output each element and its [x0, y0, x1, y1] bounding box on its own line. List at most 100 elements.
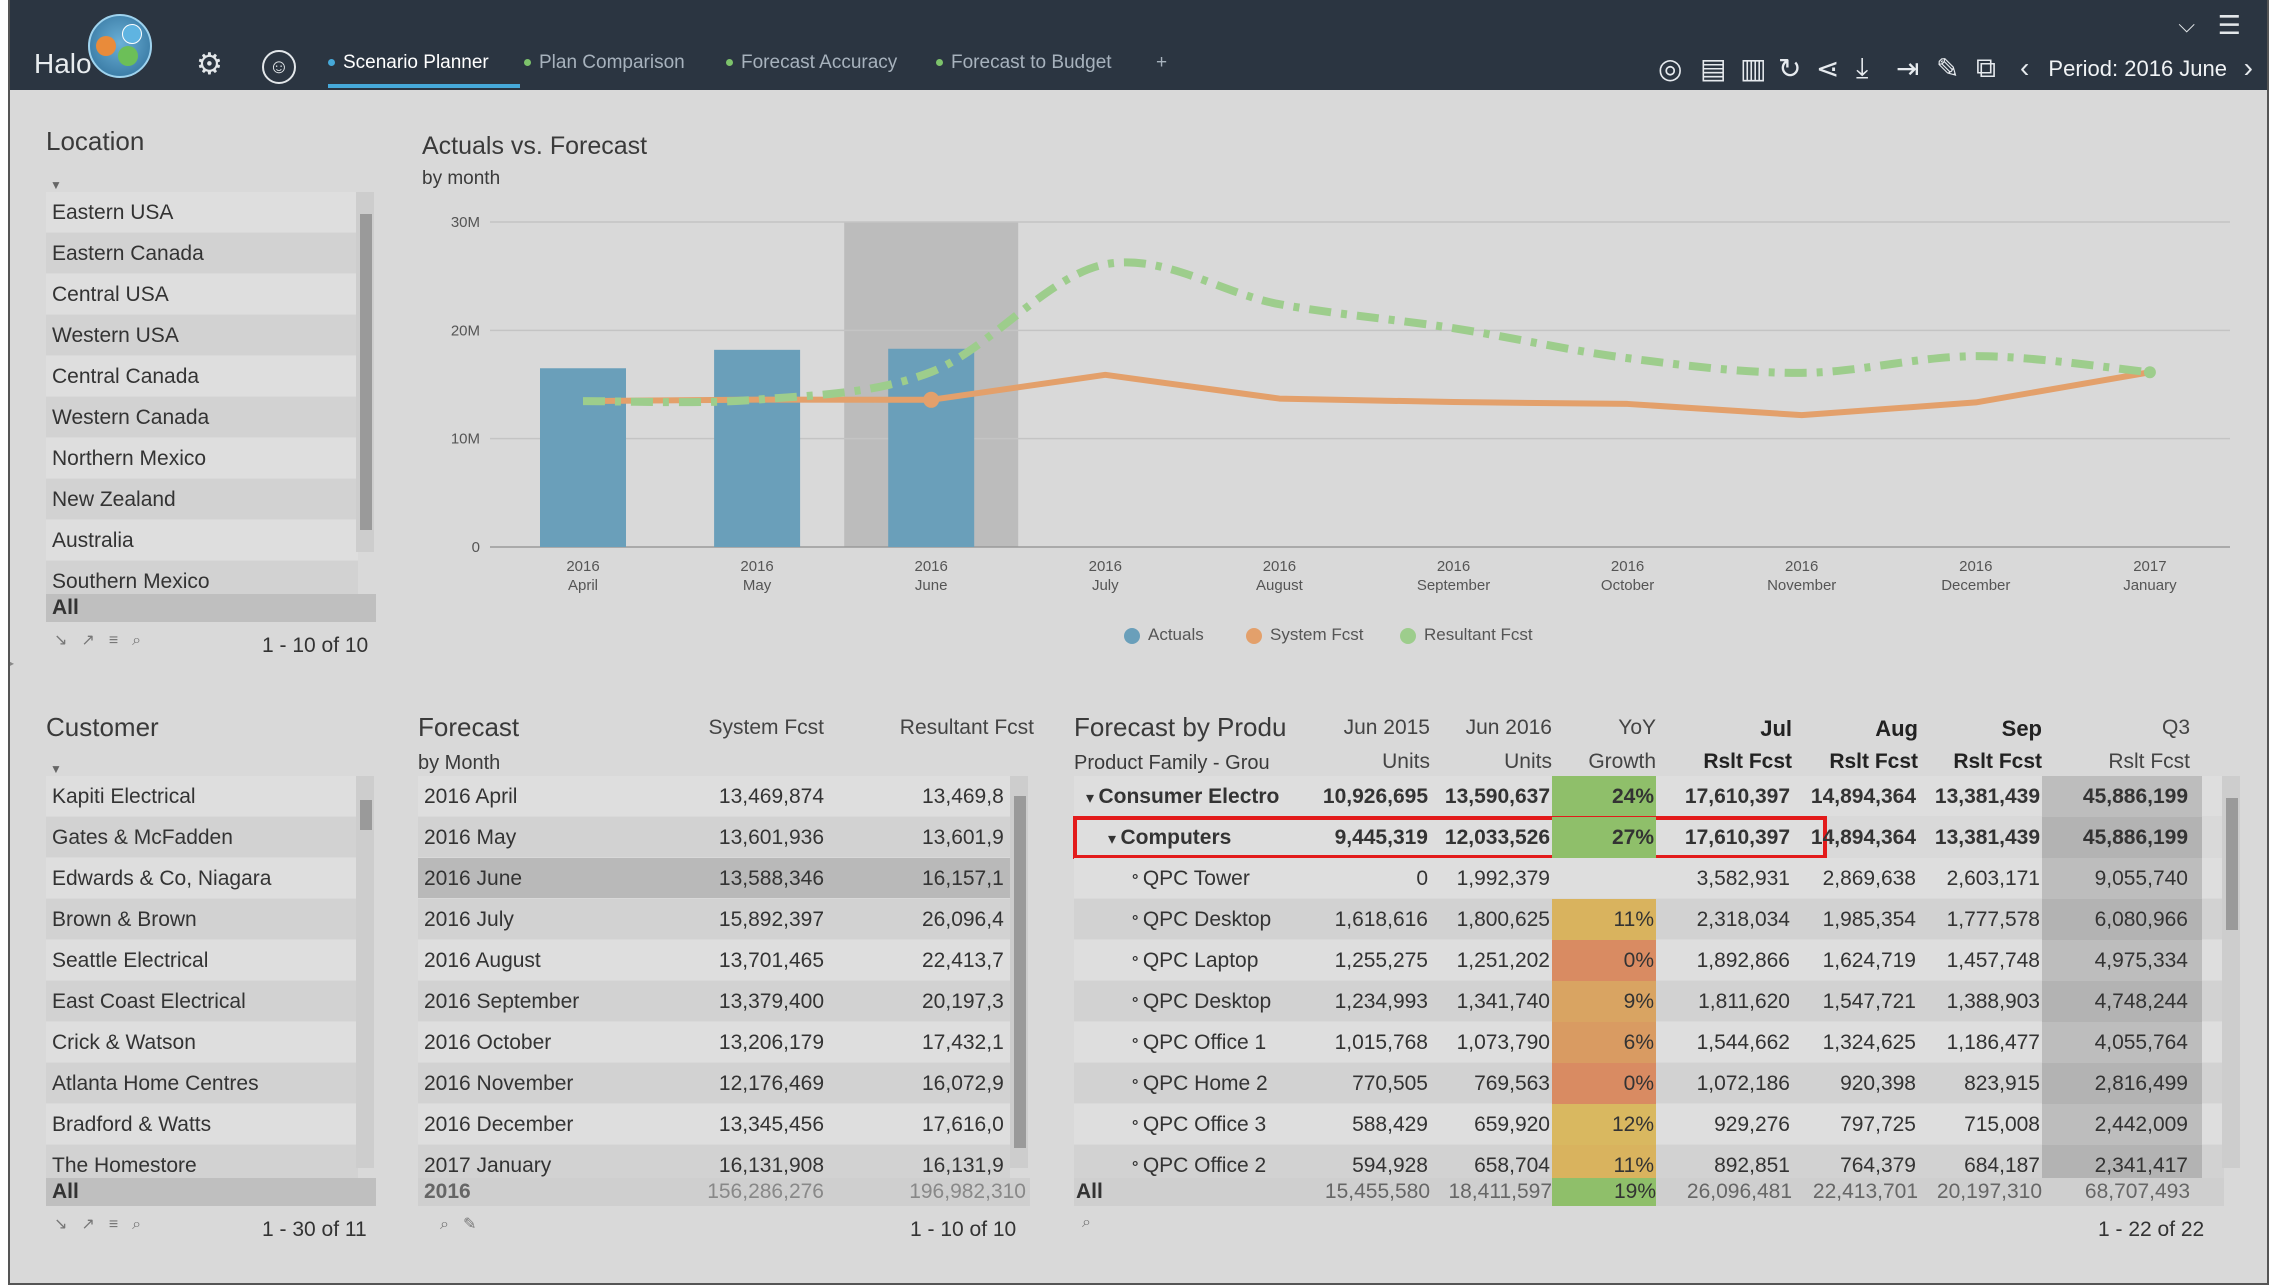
location-all-row[interactable]: All — [46, 594, 376, 622]
product-col-header-top[interactable]: Jun 2016 — [1430, 716, 1552, 740]
refresh-icon[interactable]: ↻ — [1778, 52, 1801, 85]
product-row[interactable]: ° QPC Tower 0 1,992,379 3,582,931 2,869,638 2… — [1074, 858, 2224, 899]
product-row[interactable]: ▾ Consumer Electro 10,926,695 13,590,637 24… — [1074, 776, 2224, 817]
customer-list-item[interactable]: Seattle Electrical — [46, 940, 358, 981]
tab-forecast-to-budget[interactable]: Forecast to Budget — [936, 52, 1112, 74]
chart-icon[interactable]: ⧉ — [1976, 52, 1996, 85]
product-col-header-bottom[interactable]: Rslt Fcst — [1918, 750, 2042, 774]
forecast-total-row[interactable]: 2016 156,286,276 196,982,310 — [418, 1178, 1030, 1206]
location-toolbar-icons[interactable]: ↘↗≡⌕ — [54, 630, 155, 650]
forecast-row[interactable]: 2016 September 13,379,400 20,197,3 — [418, 981, 1010, 1022]
forecast-row[interactable]: 2016 July 15,892,397 26,096,4 — [418, 899, 1010, 940]
product-col-header-top[interactable]: Aug — [1792, 716, 1918, 742]
menu-icon[interactable]: ☰ — [2218, 12, 2241, 38]
location-list-item[interactable]: Northern Mexico — [46, 438, 358, 479]
location-list-item[interactable]: New Zealand — [46, 479, 358, 520]
sort-caret-icon[interactable]: ▼ — [50, 762, 62, 776]
export-icon[interactable]: ⇥ — [1896, 52, 1919, 85]
customer-list-item[interactable]: Bradford & Watts — [46, 1104, 358, 1145]
product-col-header-bottom[interactable]: Units — [1298, 750, 1430, 774]
location-list-item[interactable]: Eastern Canada — [46, 233, 358, 274]
tab-plan-comparison[interactable]: Plan Comparison — [524, 52, 685, 74]
tab-forecast-accuracy[interactable]: Forecast Accuracy — [726, 52, 897, 74]
customer-list-item[interactable]: Edwards & Co, Niagara — [46, 858, 358, 899]
forecast-system-value: 13,379,400 — [718, 990, 824, 1013]
customer-list-item[interactable]: Gates & McFadden — [46, 817, 358, 858]
wrench-icon[interactable]: ✎ — [1936, 52, 1959, 85]
side-expand-icon[interactable]: ▸ — [10, 656, 14, 670]
product-col-header-top[interactable]: Jul — [1656, 716, 1792, 742]
forecast-toolbar-icons[interactable]: ⌕✎ — [440, 1214, 490, 1234]
product-value-cell: 4,748,244 — [2042, 981, 2202, 1022]
product-row[interactable]: ▾ Computers 9,445,319 12,033,526 27% 17,610,… — [1073, 816, 2202, 859]
product-row[interactable]: ° QPC Home 2 770,505 769,563 0% 1,072,186 920… — [1074, 1063, 2224, 1104]
forecast-scrollbar[interactable] — [1010, 776, 1028, 1168]
forecast-row[interactable]: 2016 August 13,701,465 22,413,7 — [418, 940, 1010, 981]
col-header-resultant-fcst[interactable]: Resultant Fcst — [840, 716, 1034, 740]
location-list-item[interactable]: Australia — [46, 520, 358, 561]
scroll-thumb[interactable] — [1014, 796, 1026, 1148]
forecast-subtitle[interactable]: by Month — [418, 752, 500, 775]
customer-list-item[interactable]: Atlanta Home Centres — [46, 1063, 358, 1104]
customer-toolbar-icons[interactable]: ↘↗≡⌕ — [54, 1214, 155, 1234]
save-icon[interactable]: ▤ — [1700, 52, 1726, 85]
product-row[interactable]: ° QPC Desktop 1,618,616 1,800,625 11% 2,318,… — [1074, 899, 2224, 940]
add-tab-button[interactable]: + — [1156, 52, 1167, 74]
location-scrollbar[interactable] — [356, 192, 374, 552]
forecast-resultant-value: 13,601,9 — [922, 826, 1004, 849]
share-icon[interactable]: ⋖ — [1816, 52, 1839, 85]
scroll-thumb[interactable] — [360, 800, 372, 830]
product-total-row[interactable]: All 15,455,580 18,411,597 19% 26,096,481 22,4… — [1074, 1178, 2224, 1206]
forecast-system-value: 13,206,179 — [718, 1031, 824, 1054]
col-header-system-fcst[interactable]: System Fcst — [630, 716, 824, 740]
product-col-header-bottom[interactable]: Growth — [1552, 750, 1656, 774]
tab-scenario-planner[interactable]: Scenario Planner — [328, 52, 489, 74]
customer-list-item[interactable]: East Coast Electrical — [46, 981, 358, 1022]
location-list-item[interactable]: Eastern USA — [46, 192, 358, 233]
user-switch-icon[interactable]: ☺ — [262, 50, 296, 84]
scroll-thumb[interactable] — [360, 214, 372, 530]
save-as-icon[interactable]: ▥ — [1740, 52, 1766, 85]
product-col-header-bottom[interactable]: Rslt Fcst — [1792, 750, 1918, 774]
location-list-item[interactable]: Central Canada — [46, 356, 358, 397]
location-list-item[interactable]: Western Canada — [46, 397, 358, 438]
customer-all-row[interactable]: All — [46, 1178, 376, 1206]
scroll-thumb[interactable] — [2226, 798, 2238, 930]
forecast-row[interactable]: 2016 April 13,469,874 13,469,8 — [418, 776, 1010, 817]
customer-list-item[interactable]: Crick & Watson — [46, 1022, 358, 1063]
product-row[interactable]: ° QPC Office 1 1,015,768 1,073,790 6% 1,544,… — [1074, 1022, 2224, 1063]
product-row[interactable]: ° QPC Desktop 1,234,993 1,341,740 9% 1,811,6… — [1074, 981, 2224, 1022]
settings-gear-icon[interactable]: ⚙ — [196, 50, 223, 80]
product-col-header-bottom[interactable]: Rslt Fcst — [2042, 750, 2190, 774]
product-col-header-bottom[interactable]: Rslt Fcst — [1656, 750, 1792, 774]
product-row[interactable]: ° QPC Office 3 588,429 659,920 12% 929,276 79… — [1074, 1104, 2224, 1145]
product-col-header-top[interactable]: Q3 — [2042, 716, 2190, 740]
forecast-row[interactable]: 2016 May 13,601,936 13,601,9 — [418, 817, 1010, 858]
forecast-row[interactable]: 2016 June 13,588,346 16,157,1 — [418, 858, 1010, 899]
product-value-cell: 4,975,334 — [2042, 940, 2202, 981]
location-list-item[interactable]: Central USA — [46, 274, 358, 315]
product-scrollbar[interactable] — [2222, 776, 2240, 1168]
customer-scrollbar[interactable] — [356, 776, 374, 1168]
next-period-icon[interactable]: › — [2244, 52, 2253, 84]
collapse-caret-icon[interactable]: ▾ — [1086, 790, 1098, 807]
user-icon[interactable]: ◎ — [1658, 52, 1682, 85]
collapse-caret-icon[interactable]: ▾ — [1108, 831, 1120, 848]
product-col-header-top[interactable]: YoY — [1552, 716, 1656, 740]
download-icon[interactable]: ⤓ — [1856, 52, 1868, 85]
previous-period-icon[interactable]: ‹ — [2020, 52, 2029, 84]
product-col-header-bottom[interactable]: Units — [1430, 750, 1552, 774]
customer-list-item[interactable]: Kapiti Electrical — [46, 776, 358, 817]
product-row[interactable]: ° QPC Laptop 1,255,275 1,251,202 0% 1,892,86… — [1074, 940, 2224, 981]
location-list-item[interactable]: Western USA — [46, 315, 358, 356]
sort-caret-icon[interactable]: ▼ — [50, 178, 62, 192]
period-selector[interactable]: Period: 2016 June — [2048, 56, 2227, 82]
product-toolbar-icons[interactable]: ⌕ — [1082, 1214, 1105, 1232]
forecast-row[interactable]: 2016 November 12,176,469 16,072,9 — [418, 1063, 1010, 1104]
product-col-header-top[interactable]: Sep — [1918, 716, 2042, 742]
forecast-row[interactable]: 2016 December 13,345,456 17,616,0 — [418, 1104, 1010, 1145]
customer-list-item[interactable]: Brown & Brown — [46, 899, 358, 940]
collapse-chevron-icon[interactable]: ⌵ — [2178, 14, 2195, 36]
forecast-row[interactable]: 2016 October 13,206,179 17,432,1 — [418, 1022, 1010, 1063]
product-col-header-top[interactable]: Jun 2015 — [1298, 716, 1430, 740]
